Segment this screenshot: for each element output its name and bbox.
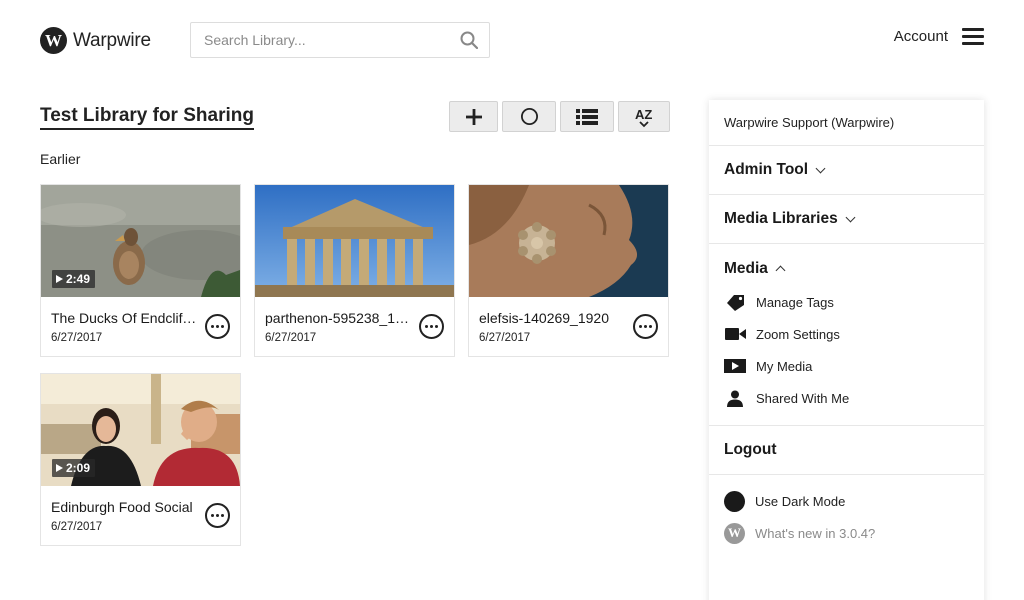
play-icon [56, 464, 63, 472]
warpwire-logo[interactable]: W Warpwire [40, 27, 151, 54]
svg-text:AZ: AZ [635, 107, 652, 122]
media-label: Media [724, 260, 768, 277]
brand-name: Warpwire [73, 29, 151, 51]
search-icon[interactable] [449, 23, 489, 57]
menu-item-zoom-settings[interactable]: Zoom Settings [724, 318, 984, 350]
media-date: 6/27/2017 [51, 332, 103, 344]
media-title[interactable]: Edinburgh Food Social [51, 499, 197, 515]
account-menu-toggle[interactable]: Account [894, 28, 984, 45]
hamburger-menu-icon[interactable] [962, 28, 984, 45]
account-label: Account [893, 28, 948, 45]
select-button[interactable] [502, 101, 556, 132]
play-box-icon [724, 357, 746, 375]
media-card[interactable]: 2:49 The Ducks Of Endcliffe Park 6/27/20… [40, 184, 241, 357]
dark-mode-toggle[interactable]: Use Dark Mode [724, 485, 984, 517]
add-media-button[interactable] [449, 101, 498, 132]
tag-icon [724, 293, 746, 311]
sort-az-icon: AZ [635, 107, 652, 127]
duration-badge: 2:49 [52, 270, 96, 288]
media-libraries-menu[interactable]: Media Libraries [709, 195, 984, 244]
chevron-down-icon [815, 163, 826, 173]
play-icon [56, 275, 63, 283]
duration-badge: 2:09 [52, 459, 96, 477]
menu-item-manage-tags[interactable]: Manage Tags [724, 286, 984, 318]
list-view-button[interactable] [560, 101, 614, 132]
admin-tool-label: Admin Tool [724, 161, 809, 178]
current-user: Warpwire Support (Warpwire) [709, 100, 984, 146]
sort-az-button[interactable]: AZ [618, 101, 670, 132]
media-thumbnail[interactable]: 2:49 [41, 185, 240, 297]
section-label-earlier: Earlier [40, 151, 81, 167]
media-title[interactable]: The Ducks Of Endcliffe Park [51, 310, 197, 326]
logo-badge-icon: W [40, 27, 67, 54]
library-title[interactable]: Test Library for Sharing [40, 105, 254, 130]
media-title[interactable]: elefsis-140269_1920 [479, 310, 625, 326]
menu-item-shared-with-me[interactable]: Shared With Me [724, 382, 984, 414]
whats-new-link[interactable]: W What's new in 3.0.4? [724, 517, 984, 549]
media-libraries-label: Media Libraries [724, 210, 838, 227]
more-options-button[interactable] [633, 314, 658, 339]
media-date: 6/27/2017 [479, 332, 531, 344]
media-card[interactable]: parthenon-595238_1920 6/27/2017 [254, 184, 455, 357]
chevron-up-icon [775, 265, 786, 276]
more-options-button[interactable] [205, 314, 230, 339]
chevron-down-icon [845, 212, 856, 222]
media-thumbnail[interactable] [469, 185, 668, 297]
circle-icon [520, 108, 538, 125]
admin-tool-menu[interactable]: Admin Tool [709, 146, 984, 195]
more-options-button[interactable] [419, 314, 444, 339]
media-date: 6/27/2017 [265, 332, 317, 344]
person-icon [724, 389, 746, 407]
search-input[interactable] [191, 23, 449, 57]
media-card[interactable]: 2:09 Edinburgh Food Social 6/27/2017 [40, 373, 241, 546]
media-date: 6/27/2017 [51, 521, 103, 533]
media-thumbnail[interactable]: 2:09 [41, 374, 240, 486]
panel-footer: Use Dark Mode W What's new in 3.0.4? [709, 475, 984, 549]
media-thumbnail[interactable] [255, 185, 454, 297]
media-menu-header[interactable]: Media [724, 260, 984, 278]
search-box [190, 22, 490, 58]
list-view-icon [576, 108, 598, 125]
warpwire-logo-icon: W [724, 522, 745, 544]
media-card[interactable]: elefsis-140269_1920 6/27/2017 [468, 184, 669, 357]
account-dropdown-panel: Warpwire Support (Warpwire) Admin Tool M… [709, 100, 984, 600]
more-options-button[interactable] [205, 503, 230, 528]
plus-icon [465, 108, 482, 125]
media-title[interactable]: parthenon-595238_1920 [265, 310, 411, 326]
logout-button[interactable]: Logout [709, 426, 984, 475]
library-toolbar: AZ [449, 101, 670, 132]
media-menu: Media Manage Tags Zoom Settings My Media [709, 244, 984, 426]
video-camera-icon [724, 325, 746, 343]
dark-mode-icon [724, 490, 745, 512]
menu-item-my-media[interactable]: My Media [724, 350, 984, 382]
